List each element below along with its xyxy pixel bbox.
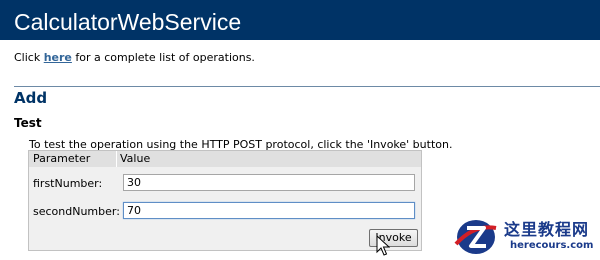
watermark-cn: 这里教程网 xyxy=(504,220,590,239)
watermark-logo: 这里教程网 herecours.com xyxy=(452,210,600,260)
first-number-input[interactable] xyxy=(123,174,415,191)
operation-title: Add xyxy=(14,89,48,107)
second-number-label: secondNumber: xyxy=(33,205,120,218)
column-header-value: Value xyxy=(120,152,151,165)
page-title: CalculatorWebService xyxy=(14,9,242,35)
divider xyxy=(14,86,600,87)
page-header: CalculatorWebService xyxy=(0,0,600,40)
intro-suffix: for a complete list of operations. xyxy=(71,51,255,64)
intro-prefix: Click xyxy=(14,51,44,64)
first-number-label: firstNumber: xyxy=(33,177,103,190)
watermark-en: herecours.com xyxy=(510,240,594,251)
operations-list-link[interactable]: here xyxy=(44,51,72,64)
column-header-parameter: Parameter xyxy=(29,151,117,167)
intro-text: Click here for a complete list of operat… xyxy=(14,51,255,65)
watermark-logo-icon xyxy=(454,220,497,254)
second-number-input[interactable] xyxy=(123,202,415,219)
arrow-cursor-icon xyxy=(376,235,390,256)
table-header-row: Parameter Value xyxy=(29,151,421,167)
test-heading: Test xyxy=(14,116,42,130)
parameters-table: Parameter Value firstNumber: secondNumbe… xyxy=(28,150,422,251)
